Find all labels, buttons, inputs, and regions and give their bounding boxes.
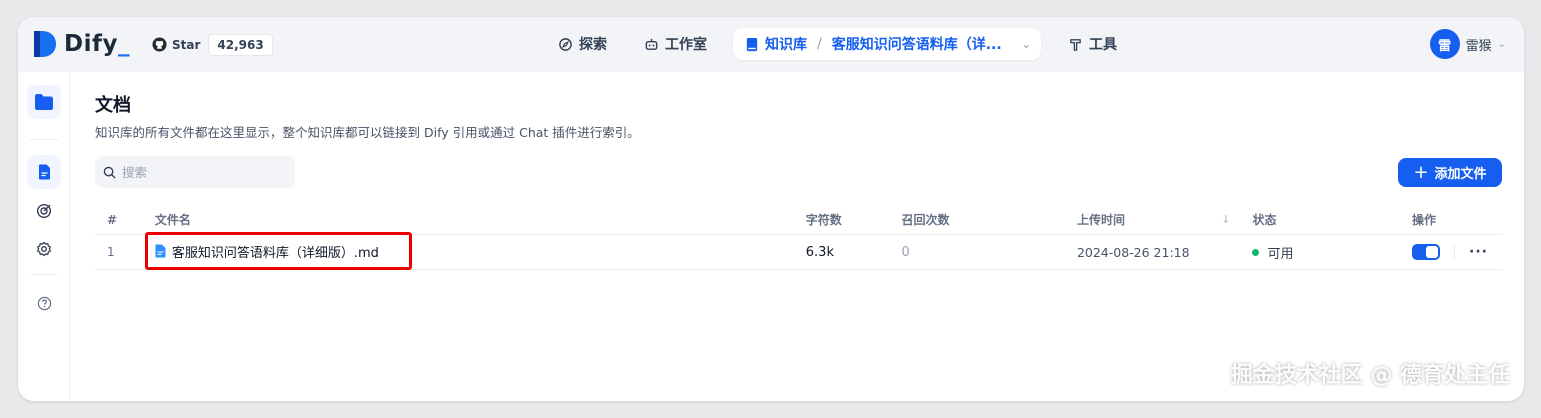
plus-icon: + xyxy=(1413,161,1429,183)
sidebar-item-documents[interactable] xyxy=(27,155,61,189)
row-actions-cell: ··· xyxy=(1412,234,1502,270)
nav-dataset-current[interactable]: 客服知识问答语料库（详... xyxy=(832,34,1002,54)
column-upload-time-label: 上传时间 xyxy=(1076,213,1125,227)
app-window: Dify_ Star 42,963 探索 工作室 知识库 / 客服知识问答语料库… xyxy=(18,17,1524,401)
github-star-widget[interactable]: Star 42,963 xyxy=(152,32,273,57)
dataset-sidebar xyxy=(18,72,70,401)
nav-studio-label: 工作室 xyxy=(665,37,707,53)
target-icon xyxy=(36,203,52,219)
watermark: 掘金技术社区 @ 德育处主任 xyxy=(1230,363,1510,388)
row-file-name-cell[interactable]: 客服知识问答语料库（详细版）.md xyxy=(144,231,806,270)
search-icon xyxy=(103,166,116,178)
github-star-button[interactable]: Star xyxy=(152,37,208,52)
row-status-cell: 可用 xyxy=(1252,234,1412,270)
sort-arrow-icon[interactable]: ↓ xyxy=(1221,213,1230,226)
row-upload-time: 2024-08-26 21:18 xyxy=(1076,234,1253,270)
hammer-icon xyxy=(1070,38,1081,51)
sidebar-item-settings[interactable] xyxy=(27,232,61,266)
status-badge: 可用 xyxy=(1267,246,1294,262)
folder-icon xyxy=(35,94,53,110)
row-chars: 6.3k xyxy=(805,234,902,270)
document-icon xyxy=(38,164,50,180)
nav-dataset-label: 知识库 xyxy=(765,37,807,53)
nav-explore-label: 探索 xyxy=(579,37,607,53)
help-button[interactable] xyxy=(27,286,61,320)
sidebar-divider xyxy=(30,139,58,140)
sidebar-divider xyxy=(30,274,58,275)
github-icon xyxy=(152,37,167,52)
nav-studio[interactable]: 工作室 xyxy=(632,28,719,60)
nav-tools-label: 工具 xyxy=(1089,37,1117,53)
enable-toggle[interactable] xyxy=(1412,244,1440,260)
chevron-down-icon[interactable]: ⌄ xyxy=(1022,38,1031,51)
sidebar-item-hit-testing[interactable] xyxy=(27,194,61,228)
nav-tools[interactable]: 工具 xyxy=(1056,28,1129,60)
column-chars: 字符数 xyxy=(805,205,902,235)
add-file-button[interactable]: + 添加文件 xyxy=(1398,158,1502,187)
dify-logo-icon xyxy=(34,31,56,57)
user-name: 雷猴 xyxy=(1465,38,1492,54)
more-options-icon[interactable]: ··· xyxy=(1469,244,1488,260)
search-input[interactable] xyxy=(122,164,282,180)
question-circle-icon xyxy=(37,296,51,310)
gear-icon xyxy=(37,241,51,257)
book-icon xyxy=(746,37,758,51)
table-header-row: # 文件名 字符数 召回次数 上传时间 ↓ 状态 操作 xyxy=(95,205,1502,235)
page-description: 知识库的所有文件都在这里显示，整个知识库都可以链接到 Dify 引用或通过 Ch… xyxy=(95,125,640,140)
dify-logo[interactable]: Dify_ xyxy=(32,29,130,59)
column-hits: 召回次数 xyxy=(901,205,1077,235)
status-dot-icon xyxy=(1252,248,1260,256)
column-status: 状态 xyxy=(1252,205,1412,235)
column-actions: 操作 xyxy=(1412,205,1502,235)
compass-icon xyxy=(559,37,572,51)
user-menu[interactable]: 雷 雷猴 ⌄ xyxy=(1429,29,1506,59)
column-name: 文件名 xyxy=(154,205,806,235)
avatar[interactable]: 雷 xyxy=(1429,29,1460,59)
github-star-label: Star xyxy=(172,37,201,52)
breadcrumb-separator: / xyxy=(817,36,822,52)
row-hits: 0 xyxy=(901,234,1077,270)
column-upload-time[interactable]: 上传时间 ↓ xyxy=(1076,205,1253,235)
column-index: # xyxy=(95,205,155,235)
top-navbar: Dify_ Star 42,963 探索 工作室 知识库 / 客服知识问答语料库… xyxy=(18,17,1524,72)
dataset-folder-button[interactable] xyxy=(27,85,61,119)
actions-divider xyxy=(1454,244,1455,260)
chevron-down-icon: ⌄ xyxy=(1497,38,1506,50)
nav-dataset[interactable]: 知识库 / 客服知识问答语料库（详... ⌄ xyxy=(733,28,1041,60)
search-box[interactable] xyxy=(95,156,295,188)
page-title: 文档 xyxy=(95,95,131,116)
documents-table: # 文件名 字符数 召回次数 上传时间 ↓ 状态 操作 1 客服知识问答语料库（… xyxy=(95,205,1502,270)
highlight-box xyxy=(144,231,412,270)
robot-icon xyxy=(645,38,658,50)
github-star-count[interactable]: 42,963 xyxy=(208,33,273,56)
logo-text: Dify_ xyxy=(64,31,130,57)
nav-explore[interactable]: 探索 xyxy=(546,28,619,60)
table-row[interactable]: 1 客服知识问答语料库（详细版）.md 6.3k 0 2024-08-26 21… xyxy=(95,231,1502,270)
add-file-label: 添加文件 xyxy=(1434,167,1487,182)
